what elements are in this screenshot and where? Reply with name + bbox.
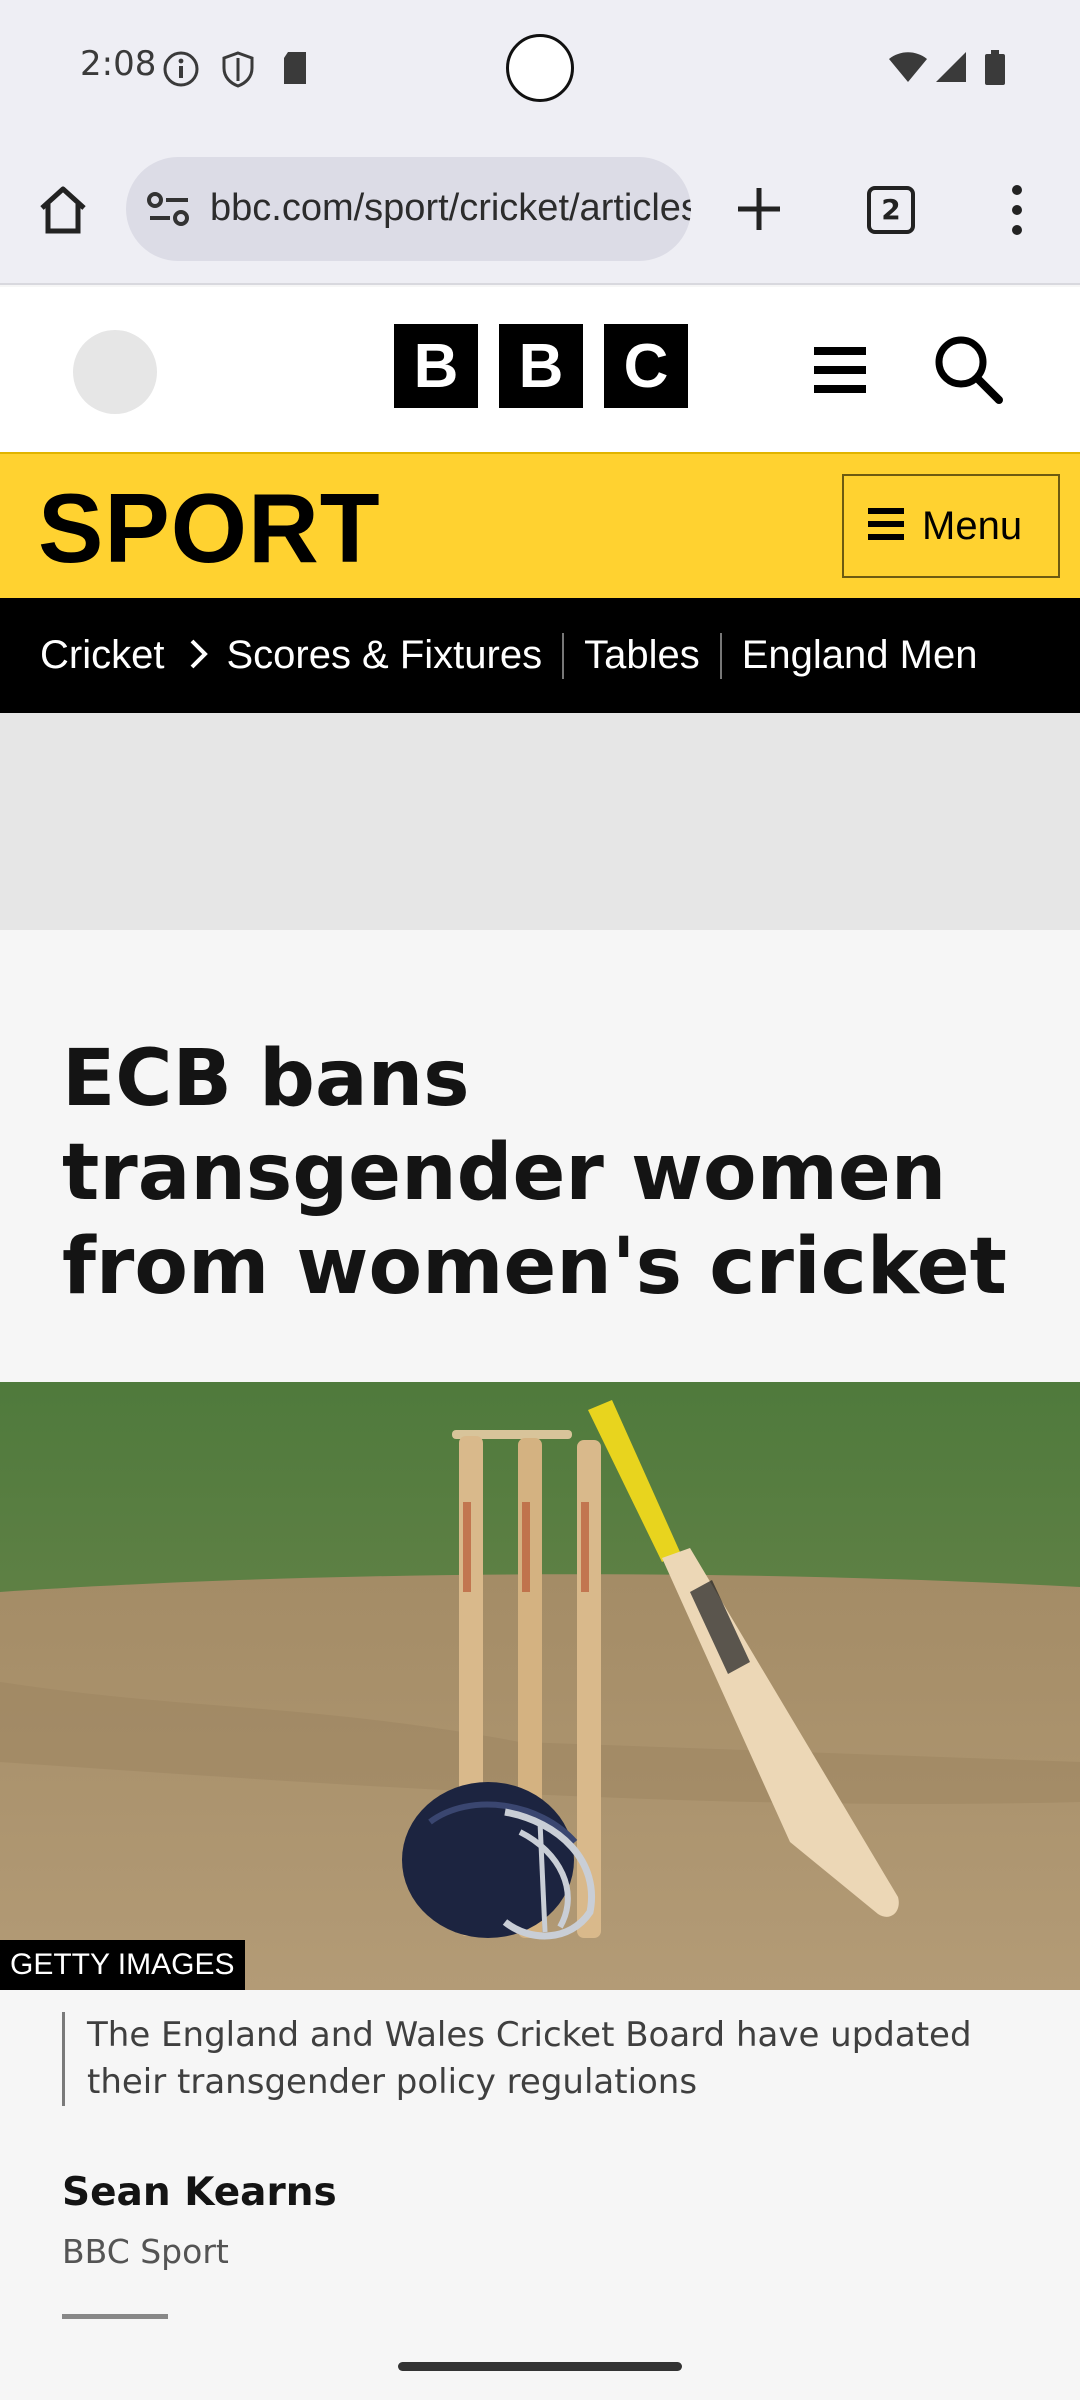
nav-divider: [562, 632, 565, 679]
info-icon: [162, 50, 200, 92]
bbc-logo-letter: B: [499, 324, 583, 408]
nav-item-england-men[interactable]: England Men: [742, 633, 978, 678]
nav-item-scores-fixtures[interactable]: Scores & Fixtures: [226, 633, 542, 678]
status-bar: 2:08: [0, 0, 1080, 140]
author-organization: BBC Sport: [62, 2232, 229, 2271]
byline-divider: [62, 2314, 168, 2319]
ad-placeholder: [0, 713, 1080, 930]
gesture-navigation-bar[interactable]: [398, 2362, 682, 2371]
menu-button[interactable]: Menu: [842, 474, 1060, 578]
search-icon[interactable]: [932, 333, 1004, 409]
image-caption: The England and Wales Cricket Board have…: [62, 2012, 1022, 2106]
hamburger-icon[interactable]: [814, 345, 866, 399]
account-avatar[interactable]: [73, 330, 157, 414]
browser-toolbar: bbc.com/sport/cricket/articles 2: [0, 140, 1080, 285]
section-title[interactable]: SPORT: [38, 472, 381, 585]
address-bar[interactable]: bbc.com/sport/cricket/articles: [126, 157, 691, 261]
url-text: bbc.com/sport/cricket/articles: [210, 187, 691, 229]
new-tab-plus-icon[interactable]: [734, 184, 784, 238]
nav-item-tables[interactable]: Tables: [584, 633, 700, 678]
sport-banner: SPORT Menu: [0, 452, 1080, 598]
shield-icon: [220, 50, 256, 92]
wifi-icon: [888, 50, 928, 88]
overflow-menu-icon[interactable]: [1010, 184, 1024, 240]
cricket-nav: Cricket Scores & Fixtures Tables England…: [0, 598, 1080, 713]
status-time: 2:08: [80, 44, 157, 84]
article-hero-image: GETTY IMAGES: [0, 1382, 1080, 1990]
hamburger-icon: [868, 506, 904, 546]
bbc-logo-letter: B: [394, 324, 478, 408]
chevron-right-icon: [188, 637, 210, 675]
home-icon[interactable]: [36, 183, 90, 241]
signal-icon: [934, 50, 968, 88]
article-headline: ECB bans transgender women from women's …: [62, 1034, 1007, 1312]
camera-cutout: [506, 34, 574, 102]
menu-label: Menu: [922, 503, 1023, 548]
author-name: Sean Kearns: [62, 2170, 337, 2215]
cricket-stumps-illustration: [0, 1382, 1080, 1990]
image-credit: GETTY IMAGES: [0, 1940, 245, 1990]
site-settings-icon[interactable]: [146, 190, 192, 234]
sd-card-icon: [280, 50, 310, 90]
battery-icon: [984, 50, 1006, 90]
nav-item-cricket[interactable]: Cricket: [40, 633, 164, 678]
bbc-logo-letter: C: [604, 324, 688, 408]
bbc-header: B B C: [0, 287, 1080, 452]
tabs-icon[interactable]: 2: [867, 186, 915, 234]
nav-divider: [719, 632, 722, 679]
